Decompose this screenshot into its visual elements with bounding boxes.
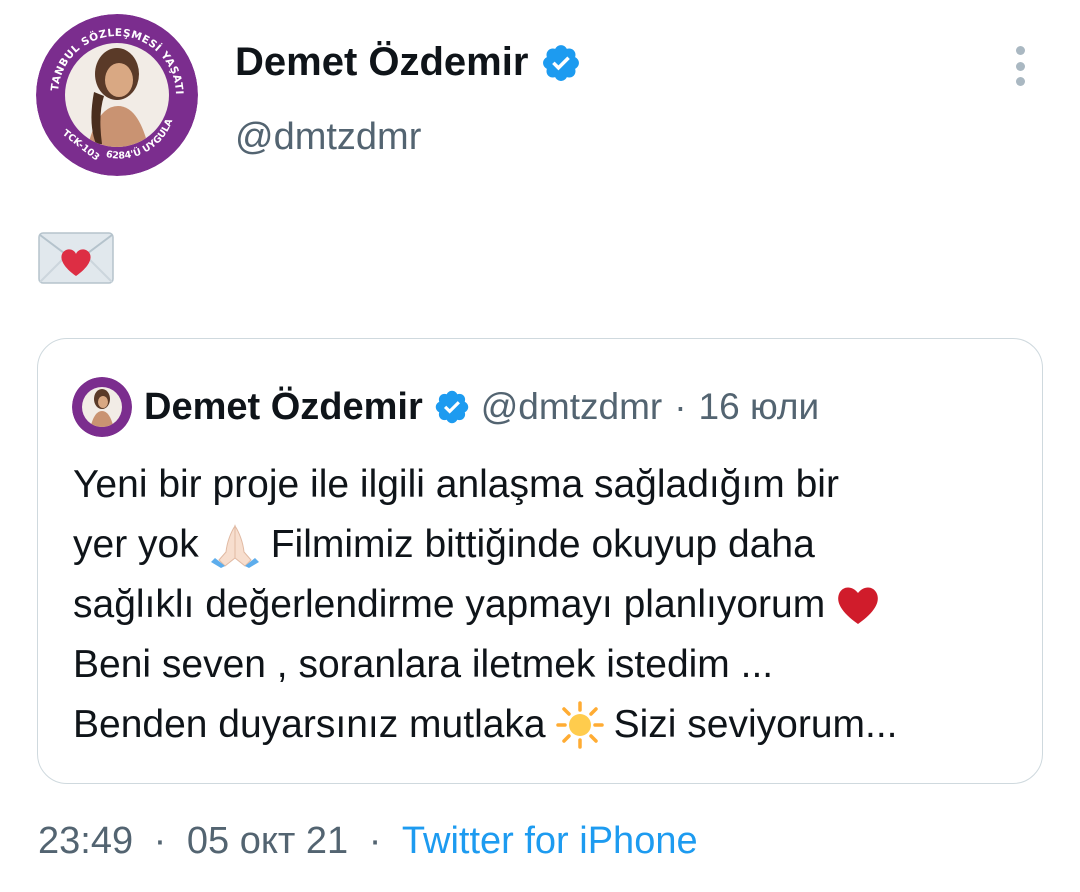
quoted-author-name[interactable]: Demet Özdemir (144, 386, 423, 429)
avatar-image: İSTANBUL SÖZLEŞMESİ YAŞATIR 6284'Ü UYGUL… (36, 14, 198, 176)
tweet-source-link[interactable]: Twitter for iPhone (402, 820, 698, 862)
quoted-tweet-date[interactable]: 16 юли (699, 386, 820, 428)
red-heart-emoji (835, 584, 881, 626)
quoted-text-line: Yeni bir proje ile ilgili anlaşma sağlad… (73, 463, 839, 506)
folded-hands-emoji (209, 522, 261, 568)
quoted-author-handle[interactable]: @dmtzdmr (481, 386, 662, 428)
quoted-meta-separator: · (674, 386, 687, 427)
quoted-tweet-text: Yeni bir proje ile ilgili anlaşma sağlad… (73, 455, 1033, 755)
love-letter-emoji (38, 232, 114, 284)
author-name[interactable]: Demet Özdemir (235, 40, 582, 85)
tweet-date[interactable]: 05 окт 21 (187, 820, 348, 862)
sun-emoji (555, 701, 604, 749)
quoted-author-avatar[interactable] (72, 377, 132, 437)
author-name-text: Demet Özdemir (235, 40, 529, 84)
quoted-text-line: Beni seven , soranlara iletmek istedim .… (73, 643, 774, 686)
footer-separator: · (368, 820, 382, 862)
quoted-tweet-header: Demet Özdemir @dmtzdmr · 16 юли (72, 377, 819, 437)
quoted-tweet[interactable]: Demet Özdemir @dmtzdmr · 16 юли Yeni bir… (37, 338, 1043, 784)
tweet-card[interactable]: İSTANBUL SÖZLEŞMESİ YAŞATIR 6284'Ü UYGUL… (0, 0, 1080, 892)
author-handle[interactable]: @dmtzdmr (235, 116, 421, 159)
tweet-footer: 23:49 · 05 окт 21 · Twitter for iPhone (38, 820, 698, 863)
more-options-icon[interactable] (1004, 44, 1036, 88)
footer-separator: · (153, 820, 167, 862)
quoted-text-line: sağlıklı değerlendirme yapmayı planlıyor… (73, 575, 1033, 635)
quoted-verified-badge-icon (433, 388, 471, 426)
quoted-text-line: yer yok Filmimiz bittiğinde okuyup daha (73, 522, 815, 568)
quoted-text-line: Benden duyarsınız mutlaka Sizi seviyorum… (73, 695, 1033, 755)
author-avatar[interactable]: İSTANBUL SÖZLEŞMESİ YAŞATIR 6284'Ü UYGUL… (36, 14, 198, 176)
tweet-time[interactable]: 23:49 (38, 820, 133, 862)
verified-badge-icon (540, 42, 582, 84)
